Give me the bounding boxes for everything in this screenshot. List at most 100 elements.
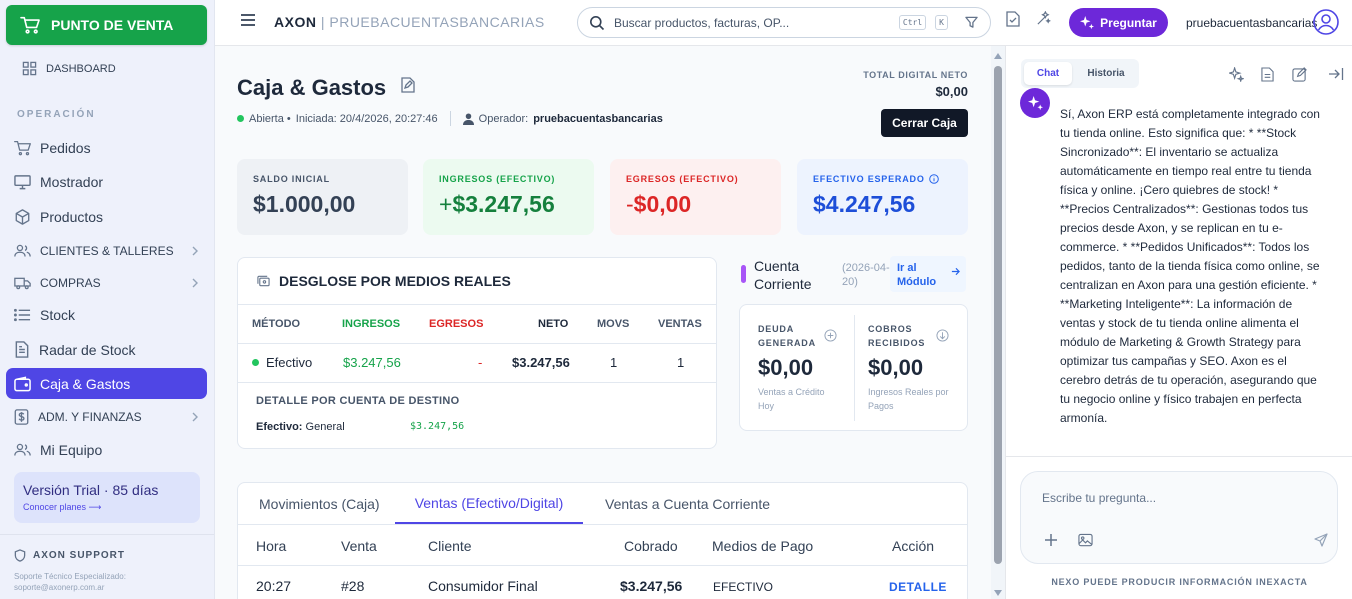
card-saldo-inicial: SALDO INICIAL $1.000,00: [237, 159, 408, 235]
detail-row: Efectivo: General: [256, 421, 345, 433]
chat-input[interactable]: Escribe tu pregunta...: [1042, 491, 1156, 505]
card-efectivo-esperado: EFECTIVO ESPERADO $4.247,56: [797, 159, 968, 235]
sidebar-item-stock[interactable]: Stock: [6, 299, 207, 330]
brand-name: AXON: [274, 14, 317, 30]
user-avatar-icon[interactable]: [1313, 9, 1339, 35]
sidebar-item-productos[interactable]: Productos: [6, 201, 207, 232]
main-content: Caja & Gastos Abierta • Iniciada: 20/4/2…: [215, 46, 991, 599]
card-ingresos: INGRESOS (EFECTIVO) +$3.247,56: [423, 159, 594, 235]
plus-icon[interactable]: [1044, 533, 1058, 547]
page-title: Caja & Gastos: [237, 75, 387, 100]
card-prefix: -: [626, 191, 634, 217]
col-ingresos: INGRESOS: [342, 318, 401, 330]
monitor-icon: [14, 174, 31, 190]
punto-de-venta-button[interactable]: PUNTO DE VENTA: [6, 5, 207, 45]
col-medios: Medios de Pago: [712, 538, 814, 554]
hamburger-menu-icon[interactable]: [240, 13, 256, 27]
sidebar-item-label: CLIENTES & TALLERES: [40, 243, 174, 258]
card-prefix: +: [439, 191, 453, 217]
cc-sub-line: Hoy: [758, 401, 775, 411]
scroll-down-icon[interactable]: [994, 590, 1002, 596]
cc-cobros-value: $0,00: [868, 355, 924, 380]
tab-ventas-efectivo-digital[interactable]: Ventas (Efectivo/Digital): [395, 483, 583, 524]
sidebar-item-label: DASHBOARD: [46, 62, 116, 75]
note-icon[interactable]: [1006, 11, 1020, 27]
sidebar-item-label: ADM. Y FINANZAS: [38, 409, 142, 424]
support-section: AXON SUPPORT Soporte Técnico Especializa…: [0, 534, 214, 599]
col-metodo: MÉTODO: [252, 318, 301, 330]
wand-icon[interactable]: [1036, 11, 1051, 26]
panel-header: DESGLOSE POR MEDIOS REALES: [238, 258, 716, 305]
dollar-icon: [14, 408, 29, 425]
edit-icon[interactable]: [1292, 67, 1307, 82]
started-text: Iniciada: 20/4/2026, 20:27:46: [295, 112, 438, 125]
sidebar-item-finanzas[interactable]: ADM. Y FINANZAS: [6, 401, 207, 432]
sidebar-item-radar[interactable]: Radar de Stock: [6, 334, 207, 365]
send-icon[interactable]: [1314, 533, 1328, 547]
scroll-up-icon[interactable]: [994, 53, 1002, 59]
sparkles-icon[interactable]: [1229, 67, 1244, 82]
cc-date-line: 20): [842, 276, 858, 288]
method-dot: [252, 359, 259, 366]
ventas-tabs-panel: Movimientos (Caja) Ventas (Efectivo/Digi…: [237, 482, 968, 599]
scroll-thumb[interactable]: [994, 66, 1002, 564]
sidebar-item-caja-gastos[interactable]: Caja & Gastos: [6, 368, 207, 399]
col-neto: NETO: [538, 318, 569, 330]
col-movs: MOVS: [597, 318, 630, 330]
cc-accent-bar: [741, 265, 746, 283]
filter-icon[interactable]: [965, 16, 978, 29]
app-brand: AXON | PRUEBACUENTASBANCARIAS: [274, 14, 545, 30]
tab-movimientos[interactable]: Movimientos (Caja): [259, 483, 380, 524]
detalle-button[interactable]: DETALLE: [889, 580, 947, 594]
detail-account: General: [305, 421, 345, 433]
sidebar-item-mi-equipo[interactable]: Mi Equipo: [6, 434, 207, 465]
detail-value: $3.247,56: [410, 421, 465, 432]
card-value: $0,00: [633, 191, 692, 217]
cerrar-caja-button[interactable]: Cerrar Caja: [881, 109, 968, 137]
document-icon[interactable]: [1261, 67, 1274, 82]
info-icon[interactable]: [928, 174, 939, 184]
search-input[interactable]: Buscar productos, facturas, OP...: [614, 16, 890, 30]
cc-summary-box: DEUDA GENERADA $0,00 Ventas a Crédito Hoy …: [739, 304, 968, 431]
panel-title: DESGLOSE POR MEDIOS REALES: [279, 273, 511, 289]
sparkle-icon: [1080, 15, 1095, 30]
cash-icon: [257, 275, 270, 287]
card-value-row: -$0,00: [626, 191, 765, 218]
sidebar-item-mostrador[interactable]: Mostrador: [6, 166, 207, 197]
sidebar-item-dashboard[interactable]: DASHBOARD: [14, 53, 215, 84]
support-email[interactable]: soporte@axonerp.com.ar: [14, 582, 200, 593]
sidebar-item-label: Stock: [40, 306, 76, 323]
detail-label: Efectivo:: [256, 421, 303, 433]
col-ventas: VENTAS: [658, 318, 702, 330]
box-icon: [14, 208, 31, 225]
global-search[interactable]: Buscar productos, facturas, OP... Ctrl K: [577, 7, 991, 38]
sidebar-item-clientes[interactable]: CLIENTES & TALLERES: [6, 235, 207, 266]
cc-title-line: Corriente: [754, 276, 812, 292]
username[interactable]: pruebacuentasbancarias: [1186, 16, 1317, 30]
trial-banner: Versión Trial · 85 días Conocer planes ⟶: [14, 472, 200, 523]
sidebar-item-compras[interactable]: COMPRAS: [6, 267, 207, 298]
collapse-panel-icon[interactable]: [1328, 67, 1344, 81]
cell-cobrado: $3.247,56: [620, 578, 683, 594]
card-label: SALDO INICIAL: [253, 174, 330, 184]
sidebar-item-pedidos[interactable]: Pedidos: [6, 132, 207, 163]
tab-historia[interactable]: Historia: [1075, 62, 1137, 85]
conocer-planes-link[interactable]: Conocer planes ⟶: [23, 502, 191, 513]
punto-de-venta-label: PUNTO DE VENTA: [51, 17, 174, 33]
card-label: INGRESOS (EFECTIVO): [439, 174, 556, 184]
chat-input-box[interactable]: Escribe tu pregunta...: [1020, 471, 1338, 564]
tab-chat[interactable]: Chat: [1024, 62, 1072, 85]
edit-note-icon[interactable]: [401, 77, 415, 93]
main-scrollbar[interactable]: [991, 46, 1005, 599]
cc-title-line: Cuenta: [754, 258, 800, 274]
row-metodo-label: Efectivo: [266, 355, 313, 370]
preguntar-button[interactable]: Preguntar: [1069, 8, 1168, 37]
tab-ventas-cuenta-corriente[interactable]: Ventas a Cuenta Corriente: [605, 483, 770, 524]
chevron-right-icon: [191, 246, 205, 256]
image-icon[interactable]: [1078, 533, 1093, 547]
ir-al-modulo-link[interactable]: Ir al Módulo: [890, 256, 966, 292]
assistant-message: Sí, Axon ERP está completamente integrad…: [1060, 107, 1320, 425]
card-value-row: +$3.247,56: [439, 191, 578, 218]
cc-deuda-label: DEUDA GENERADA: [758, 322, 858, 350]
plus-circle-icon: [824, 329, 837, 342]
